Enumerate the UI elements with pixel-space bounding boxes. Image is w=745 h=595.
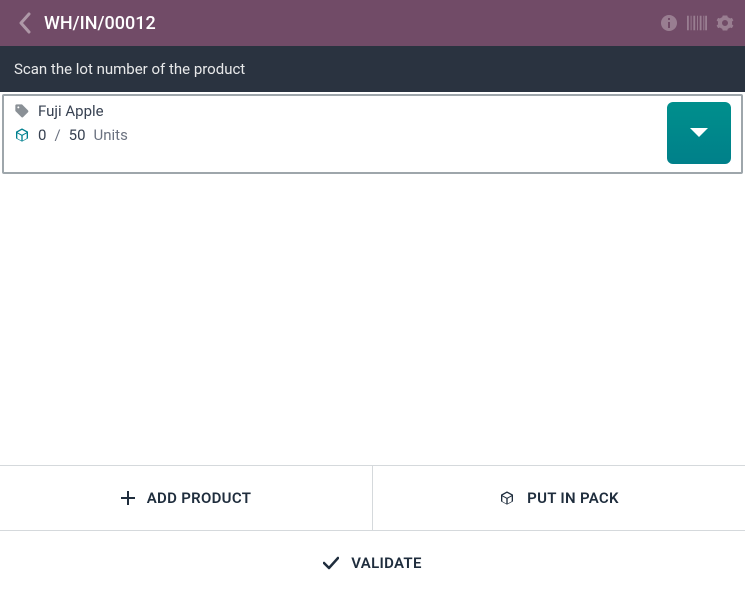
qty-demand: 50	[69, 126, 86, 144]
put-in-pack-button[interactable]: PUT IN PACK	[372, 466, 745, 530]
plus-icon	[121, 491, 135, 505]
validate-button[interactable]: VALIDATE	[0, 531, 745, 595]
back-button[interactable]	[4, 0, 44, 46]
qty-separator: /	[54, 126, 60, 144]
add-product-label: ADD PRODUCT	[147, 489, 252, 507]
lines-container: Fuji Apple 0 / 50 Units	[0, 92, 745, 176]
put-in-pack-label: PUT IN PACK	[527, 489, 619, 507]
uom-label: Units	[94, 126, 128, 144]
info-button[interactable]	[659, 13, 679, 33]
app-root: WH/IN/00012 Scan the lot numb	[0, 0, 745, 595]
bottom-bar: ADD PRODUCT PUT IN PACK VALIDATE	[0, 465, 745, 595]
qty-done: 0	[38, 126, 46, 144]
content-spacer	[0, 176, 745, 465]
topbar-actions	[659, 13, 735, 33]
gear-icon	[716, 14, 734, 32]
cube-icon	[14, 127, 30, 143]
top-bar: WH/IN/00012	[0, 0, 745, 46]
product-row: Fuji Apple	[14, 102, 667, 120]
info-icon	[660, 14, 678, 32]
scan-instruction: Scan the lot number of the product	[0, 46, 745, 92]
validate-label: VALIDATE	[351, 554, 421, 572]
barcode-button[interactable]	[687, 13, 707, 33]
check-icon	[323, 556, 339, 570]
barcode-icon	[687, 15, 707, 31]
quantity-row: 0 / 50 Units	[14, 126, 667, 144]
bottom-row-2: VALIDATE	[0, 530, 745, 595]
add-product-button[interactable]: ADD PRODUCT	[0, 466, 372, 530]
product-line[interactable]: Fuji Apple 0 / 50 Units	[2, 94, 743, 174]
bottom-row-1: ADD PRODUCT PUT IN PACK	[0, 466, 745, 530]
settings-button[interactable]	[715, 13, 735, 33]
caret-down-icon	[688, 126, 710, 140]
package-icon	[499, 490, 515, 506]
product-name: Fuji Apple	[38, 102, 104, 120]
chevron-left-icon	[17, 12, 31, 34]
expand-line-button[interactable]	[667, 102, 731, 164]
tag-icon	[14, 103, 30, 119]
page-title: WH/IN/00012	[44, 13, 659, 34]
product-line-info: Fuji Apple 0 / 50 Units	[14, 102, 667, 164]
